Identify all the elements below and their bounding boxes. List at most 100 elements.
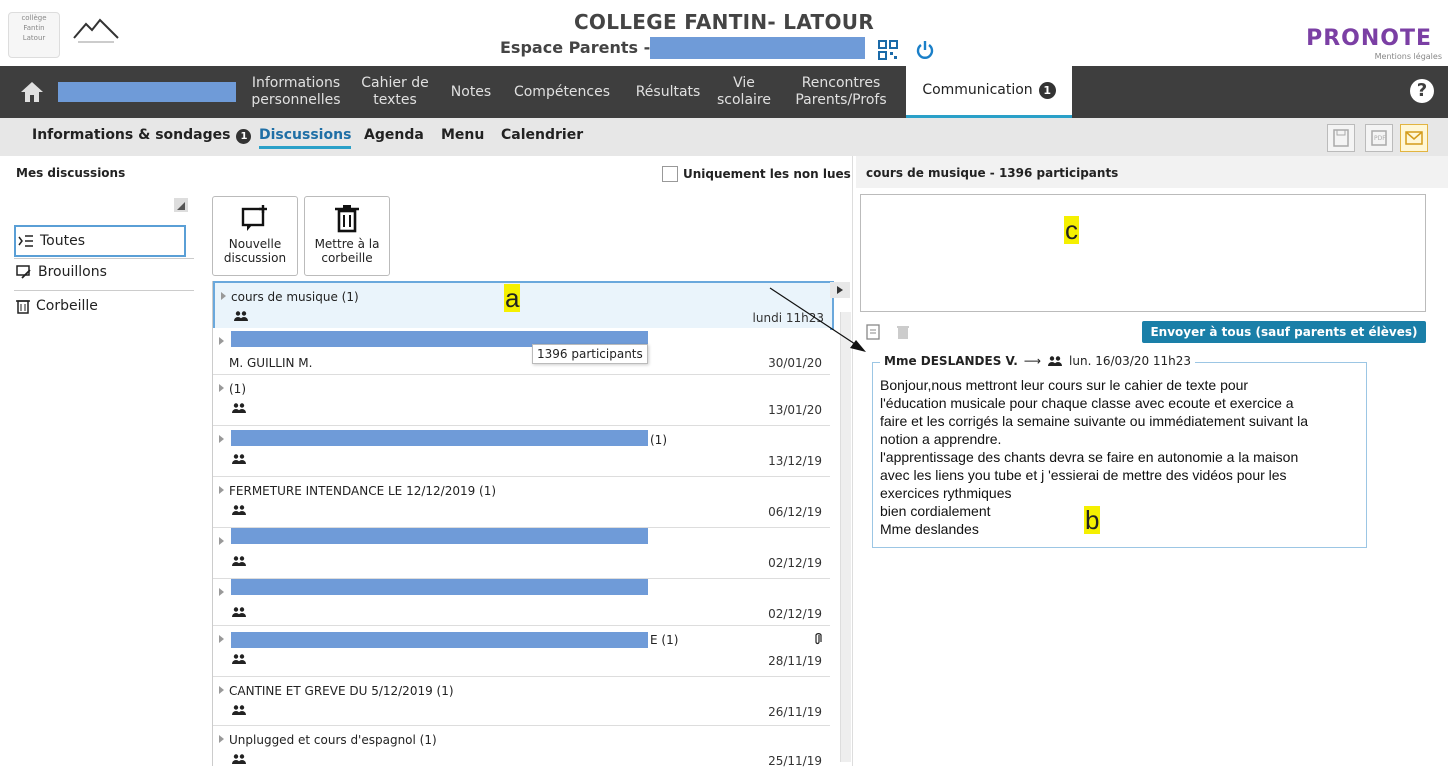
unread-only-label: Uniquement les non lues <box>683 167 851 181</box>
mail-icon[interactable] <box>1400 124 1428 152</box>
discussion-row[interactable]: FERMETURE INTENDANCE LE 12/12/2019 (1) 0… <box>213 477 830 528</box>
discussion-date: 02/12/19 <box>768 607 822 621</box>
filter-brouillons-label: Brouillons <box>38 264 107 280</box>
annotation-label-a: a <box>504 283 521 313</box>
divider <box>14 258 194 259</box>
message-line: l'apprentissage des chants devra se fair… <box>880 449 1299 465</box>
expand-caret-icon <box>219 735 224 743</box>
legal-mentions-link[interactable]: Mentions légales <box>1375 52 1442 61</box>
participants-icon <box>232 607 246 617</box>
expand-caret-icon <box>219 635 224 643</box>
message-line: avec les liens you tube et j 'essierai d… <box>880 467 1287 483</box>
tab-communication-label: Communication <box>922 82 1033 98</box>
send-to-all-button[interactable]: Envoyer à tous (sauf parents et élèves) <box>1142 321 1426 343</box>
expand-caret-icon <box>219 537 224 545</box>
subtab-calendrier[interactable]: Calendrier <box>501 127 583 143</box>
power-icon[interactable] <box>915 40 935 60</box>
list-scrollbar[interactable] <box>840 312 851 762</box>
trash-icon <box>16 300 30 314</box>
discussion-row[interactable]: (1) 13/12/19 <box>213 426 830 477</box>
discussion-row[interactable]: E (1) 28/11/19 <box>213 626 830 677</box>
participants-icon <box>232 754 246 764</box>
subtab-discussions[interactable]: Discussions <box>259 127 352 149</box>
expand-caret-icon <box>219 337 224 345</box>
participants-icon <box>232 505 246 515</box>
message-line: Bonjour,nous mettront leur cours sur le … <box>880 377 1249 393</box>
message-header: Mme DESLANDES V. ⟶ lun. 16/03/20 11h23 <box>880 354 1196 368</box>
reply-textarea[interactable] <box>860 194 1426 312</box>
subtab-informations-sondages[interactable]: Informations & sondages 1 <box>32 127 252 144</box>
expand-caret-icon <box>219 435 224 443</box>
qr-code-icon[interactable] <box>878 40 898 60</box>
discussion-title: E (1) <box>650 633 679 647</box>
unread-only-checkbox[interactable] <box>662 166 678 182</box>
discussion-header-title: cours de musique - 1396 participants <box>866 166 1119 180</box>
message-line: faire et les corrigés la semaine suivant… <box>880 413 1308 429</box>
redacted-title <box>231 579 648 595</box>
discussion-author: M. GUILLIN M. <box>229 356 313 370</box>
discussion-title: (1) <box>650 433 667 447</box>
move-to-trash-label: Mettre à la corbeille <box>314 237 380 265</box>
discussion-date: lundi 11h23 <box>752 311 824 325</box>
discussion-row[interactable]: Unplugged et cours d'espagnol (1) 25/11/… <box>213 726 830 768</box>
tab-notes[interactable]: Notes <box>446 66 496 118</box>
tab-resultats[interactable]: Résultats <box>628 66 708 118</box>
discussion-row[interactable]: CANTINE ET GREVE DU 5/12/2019 (1) 26/11/… <box>213 677 830 726</box>
message-line: l'éducation musicale pour chaque classe … <box>880 395 1294 411</box>
discussion-row[interactable]: (1) 13/01/20 <box>213 375 830 426</box>
unread-only-toggle[interactable]: Uniquement les non lues <box>662 166 851 182</box>
message-date: lun. 16/03/20 11h23 <box>1069 354 1192 368</box>
expand-caret-icon <box>219 384 224 392</box>
help-icon[interactable]: ? <box>1410 79 1434 103</box>
discussion-row[interactable]: cours de musique (1) lundi 11h23 <box>213 281 834 330</box>
annotation-label-b: b <box>1084 505 1101 535</box>
redacted-student <box>58 82 236 102</box>
info-badge: 1 <box>236 129 252 144</box>
participants-icon <box>232 454 246 464</box>
save-draft-icon[interactable] <box>866 324 880 340</box>
my-discussions-title: Mes discussions <box>16 166 126 180</box>
participants-icon <box>232 705 246 715</box>
tab-informations-personnelles[interactable]: Informations personnelles <box>240 66 352 118</box>
annotation-label-c: c <box>1064 215 1079 245</box>
tab-communication[interactable]: Communication 1 <box>906 66 1072 118</box>
filter-brouillons[interactable]: Brouillons <box>16 264 107 280</box>
message-line: notion a apprendre. <box>880 431 1002 447</box>
discussion-date: 30/01/20 <box>768 356 822 370</box>
subtab-agenda[interactable]: Agenda <box>364 127 424 143</box>
discussion-row[interactable]: M. GUILLIN M. 30/01/20 <box>213 328 830 375</box>
new-discussion-button[interactable]: Nouvelle discussion <box>212 196 298 276</box>
pdf-print-icon[interactable]: PDF <box>1365 124 1393 152</box>
move-to-trash-button[interactable]: Mettre à la corbeille <box>304 196 390 276</box>
save-icon[interactable] <box>1327 124 1355 152</box>
subtab-informations-label: Informations & sondages <box>32 127 231 143</box>
expand-caret-icon <box>219 486 224 494</box>
participants-icon <box>232 654 246 664</box>
main-nav: Informations personnelles Cahier de text… <box>0 66 1448 118</box>
tab-rencontres[interactable]: Rencontres Parents/Profs <box>782 66 900 118</box>
discussion-row[interactable]: 02/12/19 <box>213 579 830 626</box>
subtab-menu[interactable]: Menu <box>441 127 484 143</box>
filter-corbeille-label: Corbeille <box>36 298 98 314</box>
discussion-title: CANTINE ET GREVE DU 5/12/2019 (1) <box>229 684 454 698</box>
sub-nav: Informations & sondages 1 Discussions Age… <box>0 118 1448 156</box>
delete-icon[interactable] <box>896 324 910 340</box>
list-border <box>212 281 213 766</box>
collapse-icon[interactable] <box>174 198 188 212</box>
redacted-title <box>231 632 648 648</box>
participants-icon <box>1048 356 1063 366</box>
filter-corbeille[interactable]: Corbeille <box>16 298 98 314</box>
discussion-title: Unplugged et cours d'espagnol (1) <box>229 733 437 747</box>
tab-competences[interactable]: Compétences <box>506 66 618 118</box>
message-line: exercices rythmiques <box>880 485 1012 501</box>
home-icon[interactable] <box>18 78 46 106</box>
tab-cahier-de-textes[interactable]: Cahier de textes <box>356 66 434 118</box>
message-line: Mme deslandes <box>880 521 979 537</box>
discussion-row[interactable]: 02/12/19 <box>213 528 830 579</box>
participants-icon <box>232 403 246 413</box>
expand-panel-icon[interactable] <box>830 282 850 298</box>
message-body: Bonjour,nous mettront leur cours sur le … <box>880 376 1360 538</box>
filter-toutes[interactable]: Toutes <box>14 225 186 257</box>
tab-vie-scolaire[interactable]: Vie scolaire <box>714 66 774 118</box>
filter-toutes-label: Toutes <box>40 233 86 249</box>
